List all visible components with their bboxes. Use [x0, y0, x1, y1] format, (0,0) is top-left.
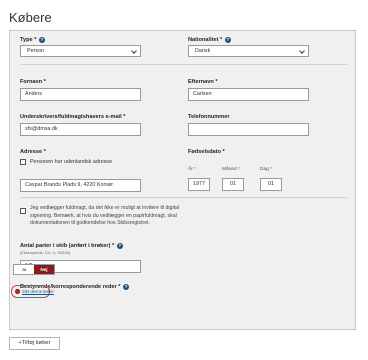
day-label: Dag * — [260, 167, 273, 172]
type-label: Type * ? — [20, 37, 45, 43]
last-name-label: Efternavn * — [188, 79, 218, 85]
manager-yes-button[interactable]: Ja — [14, 265, 34, 274]
foreign-address-checkbox[interactable] — [20, 159, 26, 165]
address-label: Adresse * — [20, 149, 46, 155]
add-buyer-button[interactable]: +Tilføj køber — [9, 337, 60, 350]
share-hint: (Eksempelvis: 1/4, ¼, 25/100) — [20, 251, 71, 255]
type-select[interactable]: Person — [20, 45, 141, 57]
birth-day-input[interactable]: 01 — [260, 178, 282, 191]
page-title: Købere — [9, 10, 52, 25]
last-name-input[interactable]: Carlsen — [188, 88, 309, 101]
manager-no-button[interactable]: Nej — [34, 265, 54, 274]
divider — [20, 197, 347, 198]
nationality-label: Nationalitet * ? — [188, 37, 231, 43]
help-icon[interactable]: ? — [123, 284, 129, 290]
nationality-select[interactable]: Dansk — [188, 45, 309, 57]
chevron-down-icon — [299, 48, 305, 54]
delete-buyer-label: Slet denne køber — [22, 288, 54, 294]
help-icon[interactable]: ? — [116, 243, 123, 249]
chevron-down-icon — [131, 48, 137, 54]
proxy-description: Jeg vedlægger fuldmagt, da det ikke er m… — [30, 205, 180, 227]
proxy-checkbox[interactable] — [20, 208, 26, 214]
first-name-label: Fornavn * — [20, 79, 46, 85]
address-input[interactable]: Caspar Brands Plads 9, 4220 Korsør — [20, 179, 141, 192]
email-label: Underskrivers/fuldmagtshavers e-mail * — [20, 114, 126, 120]
first-name-input[interactable]: Anders — [20, 88, 141, 101]
manager-toggle: Ja Nej — [13, 264, 55, 275]
help-icon[interactable]: ? — [224, 37, 231, 43]
divider — [20, 64, 347, 65]
help-icon[interactable]: ? — [38, 37, 45, 43]
delete-buyer-link[interactable]: − Slet denne køber — [11, 285, 54, 298]
birthdate-label: Fødselsdato * — [188, 149, 225, 155]
phone-input[interactable] — [188, 123, 309, 136]
email-input[interactable]: sfs@dmsa.dk — [20, 123, 141, 136]
month-label: Måned * — [222, 167, 240, 172]
birth-month-input[interactable]: 01 — [222, 178, 244, 191]
year-label: År * — [188, 167, 197, 172]
phone-label: Telefonnummer — [188, 114, 230, 120]
birth-year-input[interactable]: 1977 — [188, 178, 210, 191]
remove-icon: − — [15, 289, 20, 294]
share-label: Antal parter i skib (anført i brøker) * … — [20, 243, 123, 249]
foreign-address-checkbox-label: Personen har udenlandsk adresse — [30, 159, 113, 165]
buyer-form-panel: Type * ? Person Nationalitet * ? Dansk F… — [9, 30, 356, 330]
